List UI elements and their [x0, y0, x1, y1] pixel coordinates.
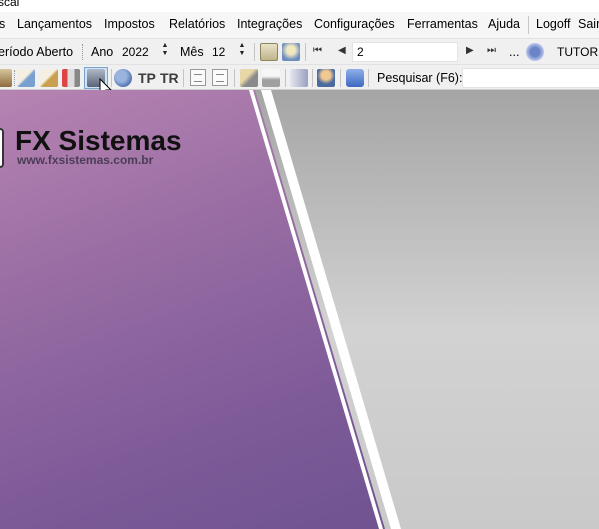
form-s-icon[interactable]	[212, 69, 228, 86]
search-input[interactable]	[462, 68, 599, 88]
tp-button[interactable]: TP	[138, 70, 156, 86]
actions-toolbar: TP TR Pesquisar (F6):	[0, 64, 599, 90]
mes-label: Mês	[180, 45, 204, 59]
menu-item-configuracoes[interactable]: Configurações	[314, 17, 395, 31]
toolbar-separator	[183, 69, 184, 87]
menu-item-integracoes[interactable]: Integrações	[237, 17, 302, 31]
first-record-button[interactable]: ⏮	[313, 45, 322, 56]
menu-separator	[528, 16, 529, 34]
next-record-button[interactable]: ▶	[466, 45, 474, 56]
menu-item-ajuda[interactable]: Ajuda	[488, 17, 520, 31]
menu-item-relatorios[interactable]: Relatórios	[169, 17, 225, 31]
calendar-icon[interactable]	[260, 43, 278, 61]
window-title: scal	[0, 0, 20, 9]
menu-item-logoff[interactable]: Logoff	[536, 17, 571, 31]
mes-spinner[interactable]: ▲ ▼	[236, 42, 248, 62]
toolbar-separator	[368, 69, 369, 87]
company-select[interactable]: TUTORIA	[552, 42, 599, 62]
brand-url: www.fxsistemas.com.br	[17, 153, 154, 167]
menu-item-ferramentas[interactable]: Ferramentas	[407, 17, 478, 31]
refresh-icon[interactable]	[346, 69, 364, 87]
printer-icon[interactable]	[262, 69, 280, 87]
more-button[interactable]: ...	[509, 45, 519, 59]
toolbar-separator	[285, 69, 286, 87]
toolbar-separator	[254, 43, 255, 61]
write-document-icon[interactable]	[40, 69, 58, 87]
truck-icon[interactable]	[62, 69, 80, 87]
period-status-label: eríodo Aberto	[0, 45, 74, 59]
ano-spinner[interactable]: ▲ ▼	[159, 42, 171, 62]
last-record-button[interactable]: ⏭	[487, 45, 496, 56]
previous-record-button[interactable]: ◀	[338, 45, 346, 56]
edit-document-icon[interactable]	[17, 69, 35, 87]
title-bar: scal	[0, 0, 599, 12]
form-e-icon[interactable]	[190, 69, 206, 86]
period-toolbar: eríodo Aberto Ano 2022 ▲ ▼ Mês 12 ▲ ▼ ⏮ ◀ …	[0, 38, 599, 64]
toolbar-grip[interactable]	[14, 70, 16, 86]
menu-item-fiscal[interactable]: s	[0, 17, 5, 31]
user-icon[interactable]	[317, 69, 335, 87]
mes-input[interactable]: 12	[207, 42, 233, 62]
menu-bar: s Lançamentos Impostos Relatórios Integr…	[0, 12, 599, 38]
menu-item-lancamentos[interactable]: Lançamentos	[17, 17, 92, 31]
notebook-icon[interactable]	[290, 69, 308, 87]
search-label: Pesquisar (F6):	[377, 71, 463, 85]
record-number-input[interactable]: 2	[352, 42, 458, 62]
folder-icon[interactable]	[0, 69, 12, 87]
book-icon[interactable]	[240, 69, 258, 87]
globe-icon[interactable]	[114, 69, 132, 87]
workspace-background: FX Sistemas www.fxsistemas.com.br	[0, 90, 599, 529]
toolbar-separator	[312, 69, 313, 87]
toolbar-separator	[305, 43, 306, 61]
toolbar-separator	[234, 69, 235, 87]
home-icon[interactable]	[282, 43, 300, 61]
logo-icon	[0, 128, 4, 168]
info-icon[interactable]	[526, 43, 544, 61]
menu-item-sair[interactable]: Sair	[578, 17, 599, 31]
ano-label: Ano	[91, 45, 114, 59]
toolbar-grip[interactable]	[82, 44, 84, 60]
toolbar-separator	[340, 69, 341, 87]
menu-item-impostos[interactable]: Impostos	[104, 17, 155, 31]
tr-button[interactable]: TR	[160, 70, 179, 86]
ano-input[interactable]: 2022	[117, 42, 157, 62]
